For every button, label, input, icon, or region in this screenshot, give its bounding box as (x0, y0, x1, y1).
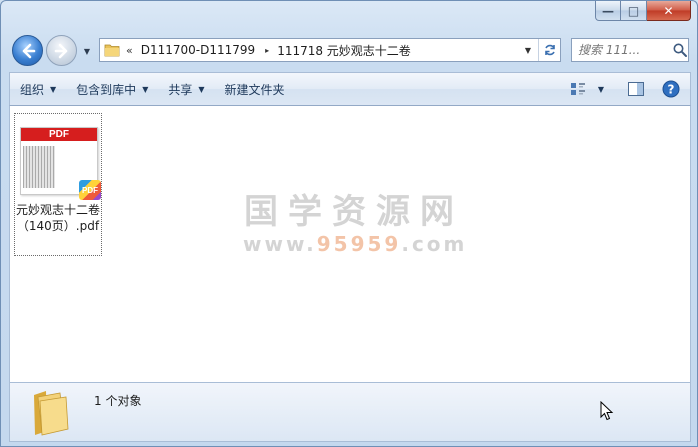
refresh-button[interactable] (538, 39, 560, 61)
address-dropdown[interactable]: ▼ (520, 39, 536, 61)
share-menu[interactable]: 共享 ▼ (158, 76, 214, 102)
item-count: 1 个对象 (94, 394, 142, 408)
chevron-down-icon: ▼ (198, 84, 205, 94)
svg-text:?: ? (668, 83, 675, 97)
change-view-button[interactable]: ▼ (564, 76, 610, 102)
file-list-pane[interactable]: PDF PDF 元妙观志十二卷（140页）.pdf 国学资源网 www.9595… (9, 106, 691, 382)
help-icon: ? (662, 80, 680, 98)
new-folder-button[interactable]: 新建文件夹 (215, 76, 295, 102)
explorer-window: — □ ✕ ▼ « D111700-D111799 ▸ 111718 元妙观志十… (0, 0, 698, 447)
watermark-url: www.95959.com (243, 232, 465, 256)
breadcrumb-current[interactable]: 111718 元妙观志十二卷 (277, 42, 411, 59)
file-item[interactable]: PDF PDF 元妙观志十二卷（140页）.pdf (14, 113, 102, 256)
forward-button[interactable] (46, 35, 77, 66)
recent-pages-dropdown[interactable]: ▼ (81, 44, 93, 58)
include-in-library-label: 包含到库中 (76, 82, 137, 97)
view-controls: ▼ ? (564, 73, 690, 105)
refresh-icon (544, 44, 555, 56)
mouse-pointer-icon (600, 401, 614, 421)
arrow-left-icon (22, 43, 35, 58)
watermark-url-highlight: 95959 (316, 232, 402, 256)
new-folder-label: 新建文件夹 (224, 82, 285, 97)
close-button[interactable]: ✕ (647, 1, 691, 21)
back-button[interactable] (12, 35, 43, 66)
search-box[interactable] (571, 38, 689, 62)
minimize-button[interactable]: — (595, 1, 621, 21)
folder-icon (104, 44, 120, 57)
search-input[interactable] (578, 43, 670, 57)
chevron-down-icon: ▼ (50, 84, 57, 94)
breadcrumb-separator-icon[interactable]: ▸ (265, 46, 269, 55)
breadcrumb-parent[interactable]: D111700-D111799 (141, 43, 255, 57)
chevron-down-icon: ▼ (597, 84, 604, 94)
watermark: 国学资源网 www.95959.com (243, 192, 465, 256)
address-overflow-chevron[interactable]: « (126, 44, 133, 57)
help-button[interactable]: ? (656, 76, 686, 102)
pdf-thumbnail: PDF PDF (20, 127, 101, 200)
maximize-button[interactable]: □ (621, 1, 647, 21)
caption-buttons: — □ ✕ (595, 1, 691, 21)
scanned-page-preview (23, 146, 55, 188)
arrow-right-icon (54, 43, 67, 58)
watermark-url-suffix: .com (401, 232, 468, 256)
search-icon[interactable] (672, 42, 688, 58)
details-pane: 1 个对象 (9, 382, 691, 442)
preview-pane-button[interactable] (622, 76, 650, 102)
watermark-url-prefix: www. (243, 232, 317, 256)
folder-icon (34, 391, 69, 436)
preview-pane-icon (628, 82, 644, 96)
chevron-down-icon: ▼ (142, 84, 149, 94)
include-in-library-menu[interactable]: 包含到库中 ▼ (66, 76, 158, 102)
file-name: 元妙观志十二卷（140页）.pdf (15, 203, 100, 233)
command-bar: 组织 ▼ 包含到库中 ▼ 共享 ▼ 新建文件夹 ▼ ? (9, 72, 691, 106)
organize-menu[interactable]: 组织 ▼ (10, 76, 66, 102)
share-label: 共享 (168, 82, 193, 97)
navigation-bar: ▼ « D111700-D111799 ▸ 111718 元妙观志十二卷 ▼ (9, 34, 693, 68)
watermark-title: 国学资源网 (244, 192, 464, 232)
pdf-thumbnail-header: PDF (21, 128, 97, 141)
view-tiles-icon (570, 83, 585, 95)
pdf-app-icon: PDF (79, 180, 101, 200)
address-bar[interactable]: « D111700-D111799 ▸ 111718 元妙观志十二卷 ▼ (99, 38, 561, 62)
organize-label: 组织 (20, 82, 45, 97)
